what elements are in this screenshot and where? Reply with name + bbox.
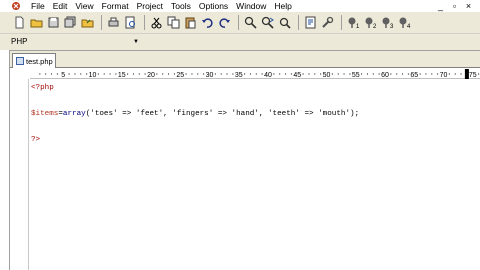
- tools-icon[interactable]: [320, 15, 335, 30]
- save-icon[interactable]: [46, 15, 61, 30]
- code-function: array: [62, 110, 86, 118]
- code-arguments: ('toes' => 'feet', 'fingers' => 'hand', …: [85, 110, 360, 118]
- menu-window[interactable]: Window: [232, 0, 270, 12]
- window-controls: _ ▫ ×: [435, 1, 474, 11]
- undo-icon[interactable]: [200, 15, 215, 30]
- app-icon: [12, 2, 20, 10]
- open-icon[interactable]: [80, 15, 95, 30]
- open-folder-icon[interactable]: [29, 15, 44, 30]
- code-area[interactable]: <?php $items=array('toes' => 'feet', 'fi…: [31, 82, 480, 147]
- cut-icon[interactable]: [149, 15, 164, 30]
- paste-icon[interactable]: [183, 15, 198, 30]
- replace-icon[interactable]: [277, 15, 292, 30]
- minimize-icon[interactable]: _: [435, 1, 446, 11]
- ruler-label: 65: [410, 72, 418, 79]
- ruler-label: 45: [293, 72, 301, 79]
- menu-format[interactable]: Format: [98, 0, 133, 12]
- ruler-label: 75: [469, 72, 477, 79]
- ruler-label: 20: [147, 72, 155, 79]
- ruler-label: 5: [61, 72, 65, 79]
- php-close-tag: ?>: [31, 136, 41, 144]
- ruler-label: 70: [440, 72, 448, 79]
- copy-icon[interactable]: [166, 15, 181, 30]
- toolbar-separator: [144, 15, 145, 30]
- ruler-label: 10: [89, 72, 97, 79]
- save-all-icon[interactable]: [63, 15, 78, 30]
- column-ruler: 5 10 15 20 25 30 35 40 45 50 55 60 65 70 75: [30, 69, 480, 79]
- find-next-icon[interactable]: [260, 15, 275, 30]
- bookmark-1-icon[interactable]: 1: [346, 15, 361, 30]
- ruler-label: 55: [352, 72, 360, 79]
- svg-text:4: 4: [407, 24, 411, 29]
- menu-help[interactable]: Help: [270, 0, 295, 12]
- menu-view[interactable]: View: [71, 0, 97, 12]
- menu-tools[interactable]: Tools: [167, 0, 195, 12]
- tab-strip: test.php: [10, 51, 480, 68]
- close-icon[interactable]: ×: [463, 1, 474, 11]
- ruler-label: 40: [264, 72, 272, 79]
- new-file-icon[interactable]: [12, 15, 27, 30]
- language-select[interactable]: PHP ▼: [9, 36, 141, 48]
- ruler-ticks: 5 10 15 20 25 30 35 40 45 50 55 60 65 70 75: [39, 69, 480, 79]
- ruler-label: 60: [381, 72, 389, 79]
- bookmark-4-icon[interactable]: 4: [397, 15, 412, 30]
- language-bar: PHP ▼: [0, 34, 480, 50]
- ruler-label: 30: [206, 72, 214, 79]
- file-icon: [16, 57, 24, 65]
- toolbar: 1 2 3 4: [0, 12, 480, 34]
- ruler-label: 35: [235, 72, 243, 79]
- goto-icon[interactable]: [303, 15, 318, 30]
- code-line-3: $items=array('toes' => 'feet', 'fingers'…: [31, 108, 480, 121]
- svg-text:1: 1: [356, 24, 360, 29]
- chevron-down-icon[interactable]: ▼: [131, 36, 141, 48]
- toolbar-separator: [298, 15, 299, 30]
- restore-icon[interactable]: ▫: [449, 1, 460, 11]
- ruler-label: 50: [323, 72, 331, 79]
- tab-test-php[interactable]: test.php: [12, 53, 56, 68]
- svg-text:2: 2: [373, 24, 377, 29]
- menu-edit[interactable]: Edit: [49, 0, 72, 12]
- menu-project[interactable]: Project: [133, 0, 167, 12]
- toolbar-separator: [101, 15, 102, 30]
- menu-file[interactable]: File: [27, 0, 49, 12]
- ruler-label: 15: [118, 72, 126, 79]
- redo-icon[interactable]: [217, 15, 232, 30]
- editor-pane: test.php 5 10 15 20 25 30 35 40 45 50 55 60 65 70 75 <…: [9, 50, 480, 270]
- line-gutter: [10, 79, 29, 270]
- code-variable: $items: [31, 110, 59, 118]
- php-open-tag: <?php: [31, 84, 54, 92]
- find-icon[interactable]: [243, 15, 258, 30]
- bookmark-2-icon[interactable]: 2: [363, 15, 378, 30]
- code-line-1: <?php: [31, 82, 480, 95]
- code-line-5: ?>: [31, 134, 480, 147]
- svg-text:3: 3: [390, 24, 394, 29]
- ruler-cursor-marker: [464, 69, 469, 79]
- language-select-value: PHP: [11, 37, 28, 46]
- toolbar-separator: [341, 15, 342, 30]
- menu-bar: File Edit View Format Project Tools Opti…: [0, 0, 480, 12]
- menu-options[interactable]: Options: [195, 0, 232, 12]
- bookmark-3-icon[interactable]: 3: [380, 15, 395, 30]
- toolbar-separator: [238, 15, 239, 30]
- print-preview-icon[interactable]: [123, 15, 138, 30]
- ruler-label: 25: [176, 72, 184, 79]
- print-icon[interactable]: [106, 15, 121, 30]
- tab-label: test.php: [26, 56, 53, 66]
